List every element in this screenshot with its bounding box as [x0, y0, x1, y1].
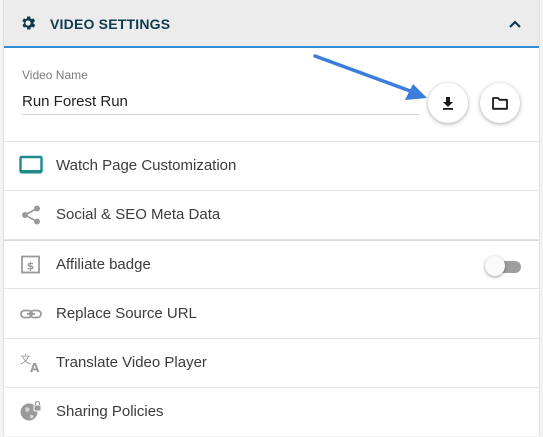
folder-button[interactable]: [480, 83, 520, 123]
folder-icon: [492, 97, 508, 110]
download-icon: [443, 97, 453, 110]
video-name-input[interactable]: Run Forest Run: [22, 93, 128, 110]
menu-item-replace-source[interactable]: Replace Source URL: [4, 290, 539, 339]
monitor-icon: [19, 155, 43, 174]
badge-icon: $: [21, 255, 40, 274]
menu-item-label: Social & SEO Meta Data: [56, 206, 221, 223]
video-name-label: Video Name: [22, 68, 88, 82]
gear-icon: [22, 16, 36, 30]
menu-item-label: Watch Page Customization: [56, 157, 237, 174]
menu-item-label: Replace Source URL: [56, 305, 197, 322]
video-settings-header[interactable]: VIDEO SETTINGS: [4, 0, 539, 48]
menu-item-watch-page[interactable]: Watch Page Customization: [4, 142, 539, 191]
video-settings-panel: VIDEO SETTINGS Video Name Run Forest Run: [3, 0, 540, 436]
toggle-knob: [485, 256, 505, 276]
menu-item-sharing-policies[interactable]: Sharing Policies: [4, 388, 539, 437]
globe-lock-icon: [20, 401, 42, 421]
translate-icon: 文 A: [20, 352, 40, 374]
menu-item-label: Translate Video Player: [56, 354, 207, 371]
menu-item-label: Sharing Policies: [56, 403, 164, 420]
link-icon: [20, 309, 42, 319]
menu-item-translate[interactable]: 文 A Translate Video Player: [4, 339, 539, 388]
svg-text:A: A: [30, 361, 40, 374]
menu-item-affiliate-badge[interactable]: $ Affiliate badge: [4, 240, 539, 289]
annotation-arrow: [313, 54, 427, 100]
svg-text:$: $: [27, 260, 35, 273]
menu-item-social-seo[interactable]: Social & SEO Meta Data: [4, 191, 539, 240]
share-icon: [22, 205, 40, 225]
chevron-up-icon[interactable]: [507, 16, 523, 32]
affiliate-badge-toggle[interactable]: [485, 256, 521, 276]
video-name-field-group: Video Name Run Forest Run: [4, 48, 539, 142]
video-name-underline: [22, 114, 419, 115]
menu-item-label: Affiliate badge: [56, 256, 151, 273]
panel-title: VIDEO SETTINGS: [50, 16, 171, 32]
